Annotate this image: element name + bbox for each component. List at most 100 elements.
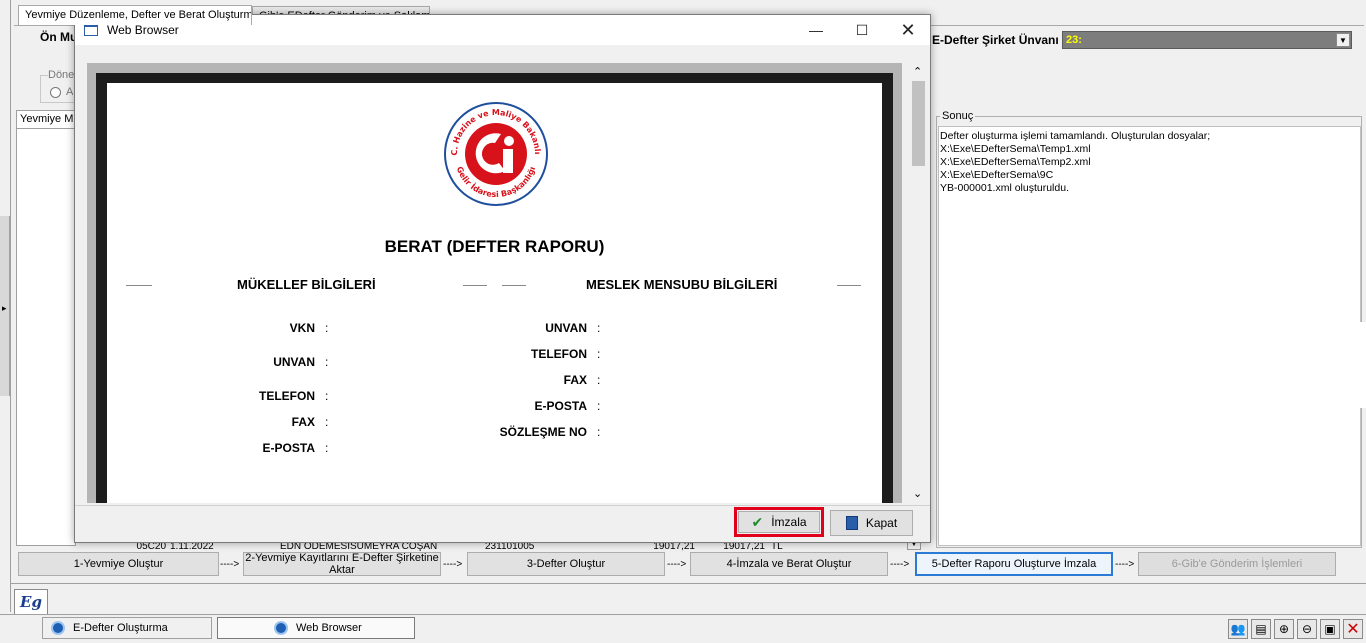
heading-rule [502, 285, 526, 286]
imzala-label: İmzala [771, 515, 807, 529]
viewport-scrollbar[interactable]: ⌃ ⌄ [910, 63, 927, 503]
company-label: E-Defter Şirket Ünvanı [932, 33, 1059, 47]
save-icon[interactable]: ▣ [1320, 619, 1340, 639]
step-arrow: ----> [667, 559, 687, 570]
chevron-down-icon[interactable]: ▼ [1336, 33, 1350, 47]
app-logo: Eg [14, 589, 48, 615]
window-gap [1360, 322, 1366, 408]
field-colon: : [325, 321, 329, 335]
heading-rule [837, 285, 861, 286]
web-browser-dialog: Web Browser — ☐ ✕ T.C. Hazine ve Maliye … [74, 14, 931, 543]
task-webbrowser-button[interactable]: Web Browser [217, 617, 415, 639]
door-icon [845, 516, 858, 530]
field-telefon-label: TELEFON [531, 347, 587, 361]
step-1-button[interactable]: 1-Yevmiye Oluştur [18, 552, 219, 576]
grid-header: Yevmiye M [17, 111, 75, 129]
step-3-button[interactable]: 3-Defter Oluştur [467, 552, 665, 576]
expand-arrow-icon[interactable]: ▸ [2, 303, 7, 314]
sonuc-line: YB-000001.xml oluşturuldu. [940, 182, 1069, 194]
scroll-down-icon[interactable]: ⌄ [913, 487, 922, 500]
gib-seal: T.C. Hazine ve Maliye Bakanlığı Gelir İd… [443, 101, 548, 206]
task-edefter-button[interactable]: E-Defter Oluşturma [42, 617, 212, 639]
field-unvan-label: UNVAN [273, 355, 315, 369]
close-icon[interactable]: ✕ [885, 15, 931, 45]
field-eposta-label: E-POSTA [262, 441, 315, 455]
sonuc-textarea[interactable]: Defter oluşturma işlemi tamamlandı. Oluş… [938, 126, 1361, 546]
sonuc-line: X:\Exe\EDefterSema\Temp1.xml [940, 143, 1091, 155]
company-select[interactable]: 23: ▼ [1062, 31, 1352, 49]
step-4-button[interactable]: 4-İmzala ve Berat Oluştur [690, 552, 888, 576]
step-arrow: ----> [443, 559, 463, 570]
step-2-button[interactable]: 2-Yevmiye Kayıtlarını E-Defter Şirketine… [243, 552, 441, 576]
field-fax-label: FAX [291, 415, 315, 429]
status-divider [10, 583, 1366, 584]
zoom-in-icon[interactable]: ⊕ [1274, 619, 1294, 639]
scroll-up-icon[interactable]: ⌃ [913, 65, 922, 78]
field-colon: : [597, 321, 601, 335]
donem-radio-label: A [66, 86, 74, 98]
print-icon[interactable]: ▤ [1251, 619, 1271, 639]
yevmiye-grid[interactable]: Yevmiye M [16, 110, 76, 546]
grid-cell: TL [771, 542, 783, 552]
field-colon: : [325, 441, 329, 455]
kapat-label: Kapat [865, 516, 898, 530]
check-icon: ✔ [751, 513, 764, 530]
minimize-icon[interactable]: — [793, 15, 839, 45]
field-telefon-label: TELEFON [259, 389, 315, 403]
kapat-button[interactable]: Kapat [830, 510, 913, 536]
heading-rule [126, 285, 152, 286]
report-frame: T.C. Hazine ve Maliye Bakanlığı Gelir İd… [96, 73, 893, 503]
grid-cell: 1.11.2022 [170, 542, 214, 552]
grid-cell: 05C20 [136, 542, 166, 552]
task-label: E-Defter Oluşturma [73, 622, 168, 634]
users-icon[interactable]: 👥 [1228, 619, 1248, 639]
sonuc-line: Defter oluşturma işlemi tamamlandı. Oluş… [940, 130, 1211, 142]
donem-label: Döne [48, 69, 75, 81]
step-arrow: ----> [890, 559, 910, 570]
field-eposta-label: E-POSTA [534, 399, 587, 413]
report-page: T.C. Hazine ve Maliye Bakanlığı Gelir İd… [107, 83, 882, 503]
report-title: BERAT (DEFTER RAPORU) [384, 237, 605, 256]
field-sozlesme-label: SÖZLEŞME NO [499, 425, 587, 439]
meslek-heading: MESLEK MENSUBU BİLGİLERİ [586, 277, 778, 292]
on-muhasebe-label: Ön Mu [40, 30, 78, 44]
browser-viewport[interactable]: T.C. Hazine ve Maliye Bakanlığı Gelir İd… [87, 63, 902, 503]
maximize-icon[interactable]: ☐ [839, 15, 885, 45]
heading-rule [463, 285, 487, 286]
field-colon: : [325, 415, 329, 429]
field-colon: : [325, 355, 329, 369]
grid-cell: EDN ÖDEMESİ [280, 542, 351, 552]
app-icon [274, 621, 288, 635]
dialog-title: Web Browser [107, 23, 179, 37]
grid-cell: SÜMEYRA COŞAN [350, 542, 438, 552]
scroll-thumb[interactable] [912, 81, 925, 166]
mukellef-heading: MÜKELLEF BİLGİLERİ [237, 277, 376, 292]
step-arrow: ----> [220, 559, 240, 570]
field-colon: : [597, 425, 601, 439]
company-value: 23: [1066, 34, 1082, 46]
field-colon: : [597, 399, 601, 413]
field-vkn-label: VKN [289, 321, 315, 335]
grid-cell: 231101005 [485, 542, 535, 552]
step-arrow: ----> [1115, 559, 1135, 570]
imzala-button[interactable]: ✔ İmzala [738, 511, 820, 533]
sonuc-line: X:\Exe\EDefterSema\9C [940, 169, 1054, 181]
step-5-button[interactable]: 5-Defter Raporu Oluşturve İmzala [915, 552, 1113, 576]
sonuc-line: X:\Exe\EDefterSema\Temp2.xml [940, 156, 1091, 168]
field-colon: : [597, 373, 601, 387]
exit-icon[interactable]: ✕ [1343, 619, 1363, 639]
app-icon [51, 621, 65, 635]
field-fax-label: FAX [563, 373, 587, 387]
tab-yevmiye[interactable]: Yevmiye Düzenleme, Defter ve Berat Oluşt… [18, 5, 252, 25]
field-unvan-label: UNVAN [545, 321, 587, 335]
grid-cell: 19017,21 [653, 542, 695, 552]
grid-row-partial: 05C20 1.11.2022 EDN ÖDEMESİ SÜMEYRA COŞA… [76, 542, 906, 552]
task-label: Web Browser [296, 622, 362, 634]
step-6-button[interactable]: 6-Gib'e Gönderim İşlemleri [1138, 552, 1336, 576]
donem-radio[interactable] [50, 87, 61, 98]
zoom-out-icon[interactable]: ⊖ [1297, 619, 1317, 639]
sonuc-label: Sonuç [940, 110, 976, 122]
field-colon: : [597, 347, 601, 361]
grid-cell: 19017,21 [723, 542, 765, 552]
field-colon: : [325, 389, 329, 403]
